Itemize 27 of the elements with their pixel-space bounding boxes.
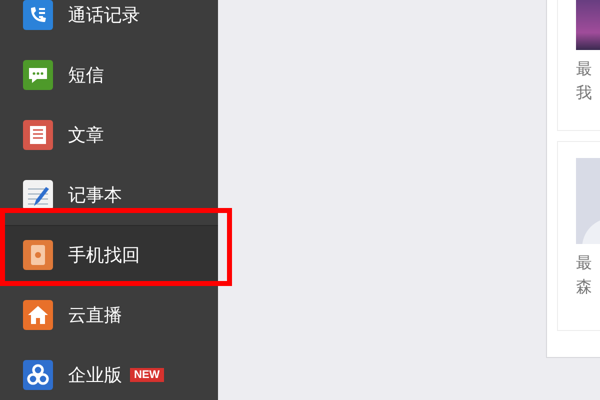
sidebar-item[interactable]: 云直播 — [0, 285, 218, 345]
tablet-icon — [22, 239, 54, 271]
sidebar-item-label: 记事本 — [68, 184, 122, 207]
sidebar-item-label: 文章 — [68, 124, 104, 147]
sidebar-item[interactable]: 短信 — [0, 45, 218, 105]
card-text: 最 — [576, 58, 593, 80]
notepad-pencil-icon — [22, 179, 54, 211]
post-card[interactable]: 最 森 — [557, 141, 600, 331]
sidebar-item-label: 企业版 — [68, 364, 122, 387]
sidebar-item-label: 通话记录 — [68, 4, 140, 27]
phone-icon — [22, 0, 54, 31]
cloud-rings-icon — [22, 359, 54, 391]
post-card[interactable]: 最 我 — [557, 0, 600, 131]
house-icon — [22, 299, 54, 331]
sidebar-item[interactable]: 企业版 NEW — [0, 345, 218, 400]
chat-bubble-icon — [22, 59, 54, 91]
document-icon — [22, 119, 54, 151]
sidebar-item-label: 云直播 — [68, 304, 122, 327]
new-badge: NEW — [130, 368, 164, 382]
card-text: 我 — [576, 82, 593, 104]
card-text: 最 — [576, 252, 593, 274]
sidebar-item-label: 短信 — [68, 64, 104, 87]
sidebar-item[interactable]: 文章 — [0, 105, 218, 165]
sidebar-item[interactable]: 记事本 — [0, 165, 218, 225]
card-text: 森 — [576, 276, 593, 298]
sidebar-item[interactable]: 通话记录 — [0, 0, 218, 45]
sidebar-item-label: 手机找回 — [68, 244, 140, 267]
